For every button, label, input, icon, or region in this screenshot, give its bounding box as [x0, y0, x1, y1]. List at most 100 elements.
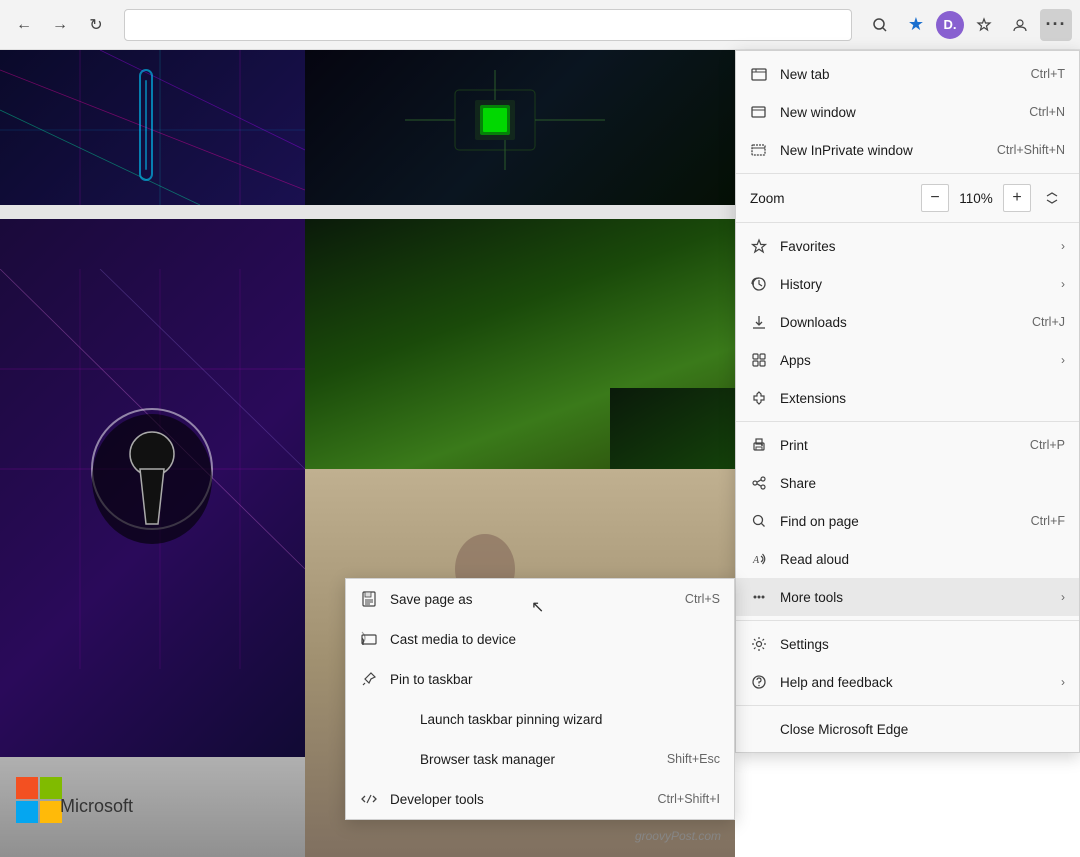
forward-button[interactable]: →: [44, 9, 76, 41]
browser-task-manager-icon: [390, 750, 408, 768]
read-aloud-label: Read aloud: [780, 552, 1065, 567]
new-tab-item[interactable]: New tab Ctrl+T: [736, 55, 1079, 93]
save-page-as-shortcut: Ctrl+S: [685, 592, 720, 606]
pin-to-taskbar-icon: [360, 670, 378, 688]
svg-text:A: A: [752, 555, 760, 566]
howto-image: HOW-TO How to Check the Battery Percenta…: [305, 219, 735, 469]
menu-section-close: Close Microsoft Edge: [736, 706, 1079, 752]
cast-media-label: Cast media to device: [390, 632, 720, 647]
cast-media-icon: [360, 630, 378, 648]
more-button[interactable]: ···: [1040, 9, 1072, 41]
top-right-image: [305, 50, 735, 205]
developer-tools-item[interactable]: Developer tools Ctrl+Shift+I: [346, 779, 734, 819]
favorites-arrow: ›: [1061, 239, 1065, 253]
history-label: History: [780, 277, 1055, 292]
browser-task-manager-label: Browser task manager: [420, 752, 667, 767]
launch-wizard-icon: [390, 710, 408, 728]
zoom-row: Zoom − 110% +: [736, 178, 1079, 218]
microsoft-area: Microsoft: [0, 757, 305, 857]
print-item[interactable]: Print Ctrl+P: [736, 426, 1079, 464]
find-on-page-label: Find on page: [780, 514, 1023, 529]
new-window-item[interactable]: New window Ctrl+N: [736, 93, 1079, 131]
favorites-icon[interactable]: ★: [900, 9, 932, 41]
help-label: Help and feedback: [780, 675, 1055, 690]
more-tools-icon: [750, 588, 768, 606]
zoom-label: Zoom: [750, 191, 913, 206]
print-shortcut: Ctrl+P: [1030, 438, 1065, 452]
help-arrow: ›: [1061, 675, 1065, 689]
more-tools-item[interactable]: More tools ›: [736, 578, 1079, 616]
zoom-expand-button[interactable]: [1039, 185, 1065, 211]
read-aloud-item[interactable]: A Read aloud: [736, 540, 1079, 578]
save-page-as-icon: [360, 590, 378, 608]
close-edge-label: Close Microsoft Edge: [780, 722, 1065, 737]
profile-icon[interactable]: [1004, 9, 1036, 41]
new-inprivate-shortcut: Ctrl+Shift+N: [997, 143, 1065, 157]
menu-section-tools: Print Ctrl+P Share Fi: [736, 422, 1079, 621]
new-tab-label: New tab: [780, 67, 1023, 82]
microsoft-text: Microsoft: [60, 796, 133, 817]
settings-item[interactable]: Settings: [736, 625, 1079, 663]
new-inprivate-icon: [750, 141, 768, 159]
apps-icon: [750, 351, 768, 369]
cast-media-item[interactable]: Cast media to device: [346, 619, 734, 659]
extensions-item[interactable]: Extensions: [736, 379, 1079, 417]
collections-icon[interactable]: D.: [936, 11, 964, 39]
print-icon: [750, 436, 768, 454]
more-tools-arrow: ›: [1061, 590, 1065, 604]
history-icon: [750, 275, 768, 293]
share-item[interactable]: Share: [736, 464, 1079, 502]
launch-wizard-item[interactable]: Launch taskbar pinning wizard: [346, 699, 734, 739]
new-window-label: New window: [780, 105, 1021, 120]
menu-section-new: New tab Ctrl+T New window Ctrl+N New InP…: [736, 51, 1079, 174]
menu-section-settings: Settings Help and feedback ›: [736, 621, 1079, 706]
history-arrow: ›: [1061, 277, 1065, 291]
apps-item[interactable]: Apps ›: [736, 341, 1079, 379]
menu-section-nav: Favorites › History ›: [736, 223, 1079, 422]
pin-to-taskbar-label: Pin to taskbar: [390, 672, 720, 687]
favorites-icon: [750, 237, 768, 255]
share-label: Share: [780, 476, 1065, 491]
favorites-label: Favorites: [780, 239, 1055, 254]
browser-task-manager-item[interactable]: Browser task manager Shift+Esc: [346, 739, 734, 779]
downloads-label: Downloads: [780, 315, 1024, 330]
main-menu: New tab Ctrl+T New window Ctrl+N New InP…: [735, 50, 1080, 753]
find-on-page-icon: [750, 512, 768, 530]
refresh-button[interactable]: ↻: [80, 9, 112, 41]
cursor: ↖: [531, 597, 544, 617]
apps-arrow: ›: [1061, 353, 1065, 367]
print-label: Print: [780, 438, 1022, 453]
zoom-value: 110%: [957, 191, 995, 206]
extensions-label: Extensions: [780, 391, 1065, 406]
history-item[interactable]: History ›: [736, 265, 1079, 303]
developer-tools-label: Developer tools: [390, 792, 657, 807]
help-icon: [750, 673, 768, 691]
search-icon[interactable]: [864, 9, 896, 41]
downloads-shortcut: Ctrl+J: [1032, 315, 1065, 329]
apps-label: Apps: [780, 353, 1055, 368]
back-button[interactable]: ←: [8, 9, 40, 41]
downloads-item[interactable]: Downloads Ctrl+J: [736, 303, 1079, 341]
favorites-item[interactable]: Favorites ›: [736, 227, 1079, 265]
new-tab-shortcut: Ctrl+T: [1031, 67, 1065, 81]
new-inprivate-label: New InPrivate window: [780, 143, 989, 158]
add-favorites-icon[interactable]: [968, 9, 1000, 41]
new-window-shortcut: Ctrl+N: [1029, 105, 1065, 119]
read-aloud-icon: A: [750, 550, 768, 568]
pin-to-taskbar-item[interactable]: Pin to taskbar ↖: [346, 659, 734, 699]
find-on-page-item[interactable]: Find on page Ctrl+F: [736, 502, 1079, 540]
menu-section-zoom: Zoom − 110% +: [736, 174, 1079, 223]
developer-tools-shortcut: Ctrl+Shift+I: [657, 792, 720, 806]
developer-tools-icon: [360, 790, 378, 808]
help-item[interactable]: Help and feedback ›: [736, 663, 1079, 701]
share-icon: [750, 474, 768, 492]
zoom-plus-button[interactable]: +: [1003, 184, 1031, 212]
settings-icon: [750, 635, 768, 653]
more-tools-submenu: Save page as Ctrl+S Cast media to device…: [345, 578, 735, 820]
find-on-page-shortcut: Ctrl+F: [1031, 514, 1065, 528]
new-inprivate-item[interactable]: New InPrivate window Ctrl+Shift+N: [736, 131, 1079, 169]
close-edge-icon: [750, 720, 768, 738]
zoom-minus-button[interactable]: −: [921, 184, 949, 212]
address-bar[interactable]: [124, 9, 852, 41]
close-edge-item[interactable]: Close Microsoft Edge: [736, 710, 1079, 748]
